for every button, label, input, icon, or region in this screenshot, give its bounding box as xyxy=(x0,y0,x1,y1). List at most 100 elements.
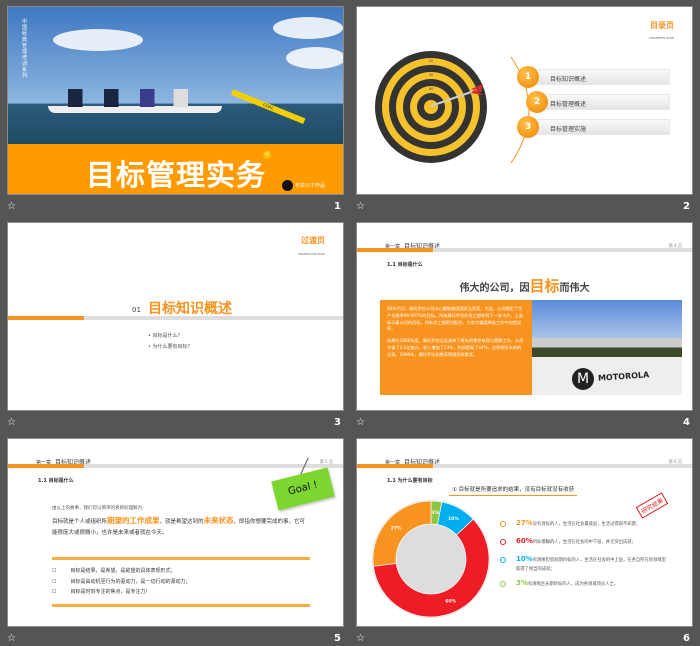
cover-illustration: GOAL 中国经典管理培训系列 xyxy=(8,7,343,144)
checkbox-icon: ☐ xyxy=(52,578,57,585)
legend-item: 60%目标模糊的人，生活在社会的中下层，并无突出成就； xyxy=(500,537,670,547)
intro-text: 由以上的故事，我们可以简单的将目标理解为： xyxy=(52,506,147,511)
rowing-boat xyxy=(48,106,222,113)
slide-thumbnail-3[interactable]: 过渡页 TRANSITION PAGE 01 目标知识概述 • 目标是什么？ •… xyxy=(7,222,344,411)
photo-sign-text: MOTOROLA xyxy=(597,370,650,383)
slide-thumbnail-6[interactable]: 第一章 目标知识概述 第 6 页 1.1 为什么要有目标 ① 目标就是所要追求的结… xyxy=(356,438,693,627)
ring-label: 40 xyxy=(429,73,433,77)
cloud xyxy=(286,47,343,69)
dartboard-icon: 10 20 30 40 50 60 80 xyxy=(375,51,487,163)
story-box: 80年代初，摩托罗拉公司决心赢取美国国家品质奖，为此，公司确定了生产合格率99.… xyxy=(380,300,532,395)
divider-orange xyxy=(8,316,84,320)
divider-orange xyxy=(52,557,310,560)
toc-item-3[interactable]: 目标管理实施 xyxy=(525,119,670,135)
ring-bullet-icon xyxy=(500,539,506,545)
toc-item-label: 目标管理概述 xyxy=(550,101,587,108)
chart-legend: 27%没有目标的人，生活在社会最底层，生活过得很不如意； 60%目标模糊的人，生活… xyxy=(500,519,670,597)
section-subtitle: 1.1 为什么要有目标 xyxy=(387,478,433,484)
motorola-logo-icon: M xyxy=(572,368,594,390)
cover-title: 目标管理实务 xyxy=(86,158,267,192)
cloud xyxy=(273,17,343,39)
legend-item: 27%没有目标的人，生活在社会最底层，生活过得很不如意； xyxy=(500,519,670,529)
ring-label: 10 xyxy=(429,52,433,56)
slide-thumbnail-1[interactable]: GOAL 中国经典管理培训系列 目标管理实务 v2 布衣公子作品 xyxy=(7,6,344,195)
donut-label: 27% xyxy=(391,526,402,532)
legend-pct: 10% xyxy=(516,555,533,563)
bullet-item: • 为什么要有目标？ xyxy=(148,344,193,350)
legend-text: 目标模糊的人，生活在社会的中下层，并无突出成就； xyxy=(532,540,636,545)
ring-bullet-icon xyxy=(500,581,506,587)
toc-number-badge: 2 xyxy=(526,91,548,113)
stamp: 研究结果 xyxy=(635,492,669,519)
divider-orange xyxy=(357,248,433,252)
animation-star-icon: ☆ xyxy=(356,201,365,212)
slide-number: 4 xyxy=(683,417,690,428)
divider-orange xyxy=(357,464,433,468)
slide-thumbnail-2[interactable]: 目录页 CONTENTS PAGE 10 20 30 40 50 60 80 目标知识概述 1… xyxy=(356,6,693,195)
animation-star-icon: ☆ xyxy=(356,633,365,644)
donut-label: 60% xyxy=(445,599,456,605)
legend-text: 有清晰且长期目标的人，成为各领域顶尖人士。 xyxy=(527,582,619,587)
animation-star-icon: ☆ xyxy=(356,417,365,428)
section-subtitle: 1.1 目标是什么 xyxy=(38,478,74,484)
slide-heading: ① 目标就是所要追求的结果，没有目标就没有收获 xyxy=(449,485,578,496)
author-logo-icon xyxy=(282,180,293,191)
legend-pct: 27% xyxy=(516,519,533,527)
motorola-photo: M MOTOROLA xyxy=(532,300,682,395)
vertical-series-text: 中国经典管理培训系列 xyxy=(22,19,28,79)
toc-item-label: 目标知识概述 xyxy=(550,76,587,83)
slide-number: 5 xyxy=(334,633,341,644)
animation-star-icon: ☆ xyxy=(7,201,16,212)
ring-label: 50 xyxy=(429,80,433,84)
checklist: ☐ 目标是结果，是希望，是欲望的具体表现形式； ☐ 目标是由动机至行为的驱动力，是一… xyxy=(52,566,191,598)
toc-number-badge: 3 xyxy=(517,116,539,138)
story-paragraph: 结果在1988年度，摩托罗拉因此减掉了原先的零件修理与替换工作，从而节省了2.5… xyxy=(387,338,524,357)
slide-number: 2 xyxy=(683,201,690,212)
checkbox-icon: ☐ xyxy=(52,589,57,595)
ring-bullet-icon xyxy=(500,557,506,563)
slide-number: 1 xyxy=(334,201,341,212)
toc-number-badge: 1 xyxy=(517,66,539,88)
animation-star-icon: ☆ xyxy=(7,417,16,428)
goal-tape: GOAL xyxy=(230,89,306,125)
slide-number: 3 xyxy=(334,417,341,428)
section-number: 01 xyxy=(132,306,141,314)
ring-bullet-icon xyxy=(500,521,506,527)
legend-pct: 60% xyxy=(516,537,533,545)
divider-orange xyxy=(8,464,84,468)
author-label: 布衣公子作品 xyxy=(295,183,326,189)
toc-item-1[interactable]: 目标知识概述 xyxy=(525,69,670,85)
ring-label: 20 xyxy=(429,59,433,63)
slide-number: 6 xyxy=(683,633,690,644)
goal-sticky-note: Goal ! xyxy=(271,467,335,511)
legend-item: 3%有清晰且长期目标的人，成为各领域顶尖人士。 xyxy=(500,579,670,589)
section-title: 目标知识概述 xyxy=(148,301,232,317)
toc-item-label: 目标管理实施 xyxy=(550,126,587,133)
story-paragraph: 80年代初，摩托罗拉公司决心赢取美国国家品质奖，为此，公司确定了生产合格率99.… xyxy=(387,306,523,332)
donut-chart: 3% 10% 60% 27% xyxy=(372,500,490,618)
section-subtitle: 1.1 目标是什么 xyxy=(387,262,423,268)
bullet-item: • 目标是什么？ xyxy=(148,333,183,339)
donut-label: 10% xyxy=(448,516,459,522)
legend-pct: 3% xyxy=(516,579,528,587)
page-subtitle: CONTENTS PAGE xyxy=(648,36,674,40)
definition-text: 目标就是个人或组织所期望的工作成果，就是希望达到的未来状态，即指你想要完成的事，… xyxy=(52,516,306,536)
slide-thumbnail-5[interactable]: 第一章 目标知识概述 第 5 页 1.1 目标是什么 Goal ! 由以上的故事，… xyxy=(7,438,344,627)
version-badge: v2 xyxy=(263,151,271,159)
bullet-list: • 目标是什么？ • 为什么要有目标？ xyxy=(148,331,193,353)
slide-thumbnail-4[interactable]: 第一章 目标知识概述 第 4 页 1.1 目标是什么 伟大的公司，因目标而伟大 8… xyxy=(356,222,693,411)
toc-item-2[interactable]: 目标管理概述 xyxy=(534,94,670,110)
legend-text: 没有目标的人，生活在社会最底层，生活过得很不如意； xyxy=(532,522,641,527)
checklist-item: ☐ 目标是结果，是希望，是欲望的具体表现形式； xyxy=(52,568,176,574)
ring-label: 30 xyxy=(429,66,433,70)
target-ring xyxy=(424,100,438,114)
checkbox-icon: ☐ xyxy=(52,568,57,574)
checklist-item: ☐ 目标是由动机至行为的驱动力，是一切行动的源动力； xyxy=(52,578,191,585)
legend-text: 有清晰但较短期目标的人，生活在社会的中上层，在各自所在的领域里取得了相当的成就； xyxy=(516,558,666,572)
ring-label: 80 xyxy=(429,94,433,98)
animation-star-icon: ☆ xyxy=(7,633,16,644)
legend-item: 10%有清晰但较短期目标的人，生活在社会的中上层，在各自所在的领域里取得了相当的… xyxy=(500,555,670,574)
checklist-item: ☐ 目标是时刻专注的焦点，是专注力！ xyxy=(52,589,151,595)
cloud xyxy=(53,29,143,51)
page-title: 过渡页 xyxy=(301,236,325,245)
